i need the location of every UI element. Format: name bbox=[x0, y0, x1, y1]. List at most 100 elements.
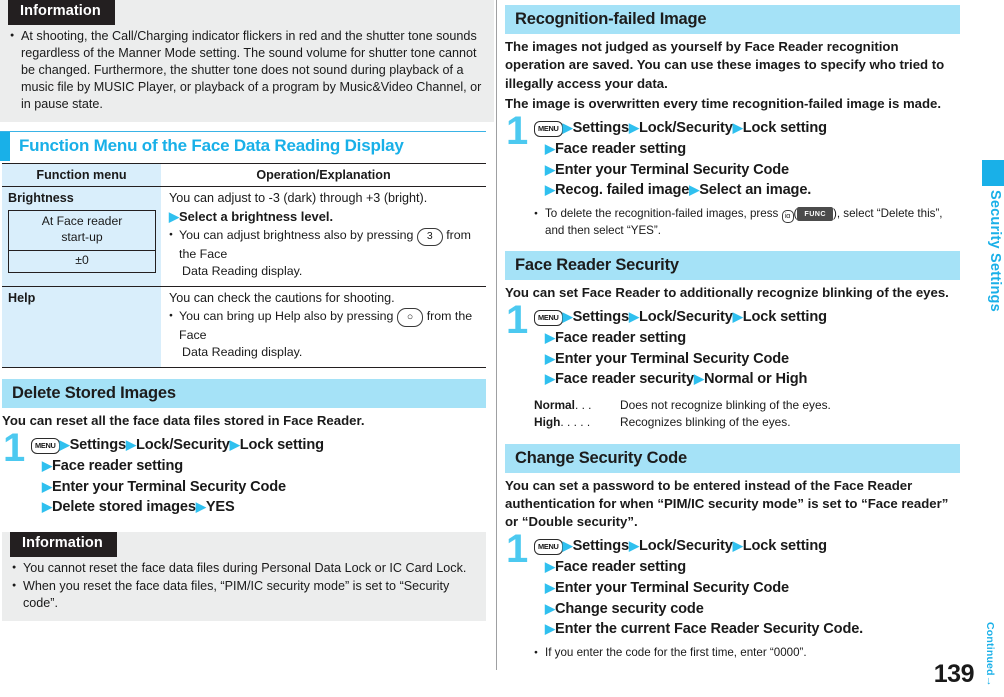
table-head: Function menu Operation/Explanation bbox=[2, 163, 486, 188]
menu-item-enter-terminal-security-code[interactable]: Enter your Terminal Security Code bbox=[555, 351, 789, 367]
menu-item-lock-security[interactable]: Lock/Security bbox=[639, 538, 733, 554]
cell-operation-explanation: You can check the cautions for shooting.… bbox=[161, 286, 486, 368]
menu-item-delete-stored-images[interactable]: Delete stored images bbox=[52, 499, 196, 515]
step-line: ▶Delete stored images▶YES bbox=[31, 497, 486, 518]
recognition-note-mid: , select “Delete this”, bbox=[836, 207, 943, 221]
arrow-icon: ▶ bbox=[628, 120, 639, 136]
brightness-action: ▶Select a brightness level. bbox=[169, 208, 480, 226]
arrow-icon: ▶ bbox=[42, 457, 52, 473]
arrow-icon: ▶ bbox=[732, 538, 743, 554]
arrow-icon: ▶ bbox=[59, 437, 70, 453]
menu-item-enter-terminal-security-code[interactable]: Enter your Terminal Security Code bbox=[52, 479, 286, 495]
information-title: Information bbox=[8, 0, 115, 25]
delete-section-wrap: Delete Stored Images You can reset all t… bbox=[0, 368, 494, 518]
step-line: ▶Change security code bbox=[534, 599, 960, 620]
menu-item-change-security-code[interactable]: Change security code bbox=[555, 601, 704, 617]
subtable-value: ±0 bbox=[75, 253, 89, 268]
definition-dots: . . . . . bbox=[560, 415, 591, 430]
arrow-icon: ▶ bbox=[125, 437, 136, 453]
information-item: When you reset the face data files, “PIM… bbox=[12, 578, 476, 612]
function-menu-heading-wrap: Function Menu of the Face Data Reading D… bbox=[0, 122, 494, 162]
menu-item-settings[interactable]: Settings bbox=[70, 437, 127, 453]
menu-item-recog-failed-image[interactable]: Recog. failed image bbox=[555, 182, 689, 198]
func-badge-icon: FUNC bbox=[797, 207, 833, 221]
menu-item-lock-security[interactable]: Lock/Security bbox=[136, 437, 230, 453]
arrow-icon: ▶ bbox=[195, 499, 206, 515]
menu-item-enter-current-face-reader-security-code[interactable]: Enter the current Face Reader Security C… bbox=[555, 621, 863, 637]
subtable-label-line2: start-up bbox=[61, 230, 103, 245]
menu-key-icon[interactable]: MENU bbox=[534, 120, 563, 138]
arrow-icon: ▶ bbox=[545, 350, 555, 366]
arrow-icon: ▶ bbox=[229, 437, 240, 453]
menu-key-icon[interactable]: MENU bbox=[31, 437, 60, 455]
right-column: Recognition-failed Image The images not … bbox=[505, 0, 960, 697]
arrow-icon: ▶ bbox=[545, 579, 555, 595]
step-line: ▶Enter your Terminal Security Code bbox=[534, 349, 960, 370]
menu-item-enter-terminal-security-code[interactable]: Enter your Terminal Security Code bbox=[555, 580, 789, 596]
menu-item-lock-security[interactable]: Lock/Security bbox=[639, 120, 733, 136]
arrow-icon: ▶ bbox=[562, 309, 573, 325]
menu-item-lock-setting[interactable]: Lock setting bbox=[743, 538, 827, 554]
menu-item-face-reader-setting[interactable]: Face reader setting bbox=[555, 559, 686, 575]
change-code-note: If you enter the code for the first time… bbox=[534, 645, 960, 661]
menu-item-enter-terminal-security-code[interactable]: Enter your Terminal Security Code bbox=[555, 162, 789, 178]
menu-item-face-reader-setting[interactable]: Face reader setting bbox=[555, 330, 686, 346]
menu-item-lock-setting[interactable]: Lock setting bbox=[240, 437, 324, 453]
section-heading-change-security-code: Change Security Code bbox=[505, 443, 960, 473]
func-key-icon: iα bbox=[781, 210, 794, 224]
arrow-icon: ▶ bbox=[732, 120, 743, 136]
edge-tab-marker bbox=[982, 160, 1004, 186]
menu-item-settings[interactable]: Settings bbox=[573, 309, 630, 325]
table-body: Brightness At Face reader start-up ±0 Yo… bbox=[2, 186, 486, 368]
help-note-pre: You can bring up Help also by pressing bbox=[179, 308, 394, 323]
arrow-icon: ▶ bbox=[545, 371, 555, 387]
table-row: Brightness At Face reader start-up ±0 Yo… bbox=[2, 186, 486, 287]
menu-item-face-reader-setting[interactable]: Face reader setting bbox=[555, 141, 686, 157]
arrow-icon: ▶ bbox=[689, 182, 699, 198]
step-1-delete: 1 MENU ▶Settings▶Lock/Security▶Lock setti… bbox=[2, 428, 486, 518]
arrow-icon: ▶ bbox=[545, 621, 555, 637]
step-line: MENU ▶Settings▶Lock/Security▶Lock setting bbox=[534, 536, 960, 557]
menu-item-lock-security[interactable]: Lock/Security bbox=[639, 309, 733, 325]
help-desc: You can check the cautions for shooting. bbox=[169, 290, 395, 305]
step-1-recognition: 1 MENU ▶Settings▶Lock/Security▶Lock setti… bbox=[505, 111, 960, 239]
column-header-operation: Operation/Explanation bbox=[161, 163, 486, 188]
face-security-section-wrap: Face Reader Security You can set Face Re… bbox=[505, 239, 960, 432]
arrow-icon: ▶ bbox=[545, 329, 555, 345]
edge-tab-label: Security Settings bbox=[987, 190, 1003, 312]
continued-label: Continued→ bbox=[984, 622, 996, 687]
heading-accent-bar bbox=[0, 132, 10, 162]
step-line: MENU ▶Settings▶Lock/Security▶Lock setting bbox=[31, 435, 486, 456]
menu-key-icon[interactable]: MENU bbox=[534, 538, 563, 556]
step-line: MENU ▶Settings▶Lock/Security▶Lock setting bbox=[534, 118, 960, 139]
step-body: MENU ▶Settings▶Lock/Security▶Lock setting… bbox=[534, 535, 960, 660]
function-name-help: Help bbox=[8, 290, 36, 305]
menu-item-settings[interactable]: Settings bbox=[573, 120, 630, 136]
menu-item-lock-setting[interactable]: Lock setting bbox=[743, 309, 827, 325]
step-line: ▶Enter the current Face Reader Security … bbox=[534, 619, 960, 640]
menu-item-normal-or-high[interactable]: Normal or High bbox=[704, 371, 807, 387]
menu-key-icon[interactable]: MENU bbox=[534, 309, 563, 327]
step-line: ▶Face reader setting bbox=[534, 328, 960, 349]
menu-item-face-reader-setting[interactable]: Face reader setting bbox=[52, 458, 183, 474]
menu-item-select-an-image[interactable]: Select an image. bbox=[699, 182, 811, 198]
menu-item-face-reader-security[interactable]: Face reader security bbox=[555, 371, 694, 387]
keypad-3-icon: 3 bbox=[416, 227, 443, 247]
step-line: ▶Enter your Terminal Security Code bbox=[31, 477, 486, 498]
section-heading-text: Function Menu of the Face Data Reading D… bbox=[19, 136, 404, 156]
continued-text: Continued bbox=[984, 622, 996, 676]
menu-item-settings[interactable]: Settings bbox=[573, 538, 630, 554]
recognition-intro-p1: The images not judged as yourself by Fac… bbox=[505, 39, 945, 91]
step-body: MENU ▶Settings▶Lock/Security▶Lock setting… bbox=[534, 117, 960, 239]
menu-item-yes[interactable]: YES bbox=[206, 499, 235, 515]
arrow-icon: ▶ bbox=[545, 600, 555, 616]
step-body: MENU ▶Settings▶Lock/Security▶Lock setting… bbox=[31, 434, 486, 518]
cell-function-name: Brightness At Face reader start-up ±0 bbox=[2, 186, 161, 287]
function-table-wrap: Function menu Operation/Explanation Brig… bbox=[0, 161, 494, 368]
step-line: ▶Recog. failed image▶Select an image. bbox=[534, 180, 960, 201]
arrow-icon: ▶ bbox=[628, 538, 639, 554]
information-box-bottom: Information You cannot reset the face da… bbox=[2, 532, 486, 621]
subtable-label: At Face reader start-up bbox=[9, 211, 155, 252]
menu-item-lock-setting[interactable]: Lock setting bbox=[743, 120, 827, 136]
function-menu-table: Function menu Operation/Explanation Brig… bbox=[2, 163, 486, 368]
